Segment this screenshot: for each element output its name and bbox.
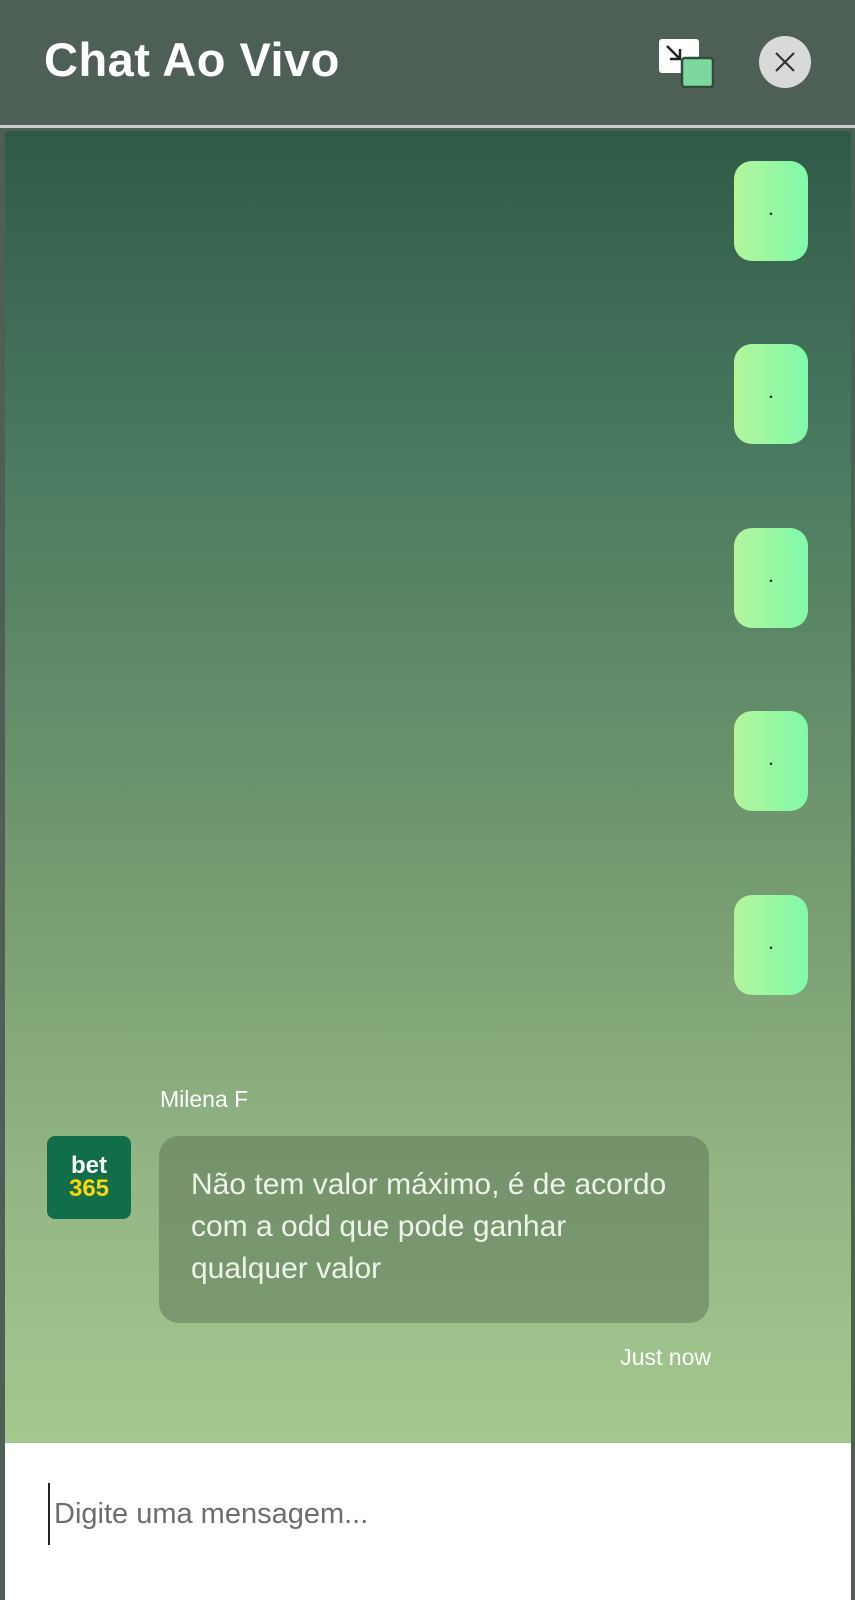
chat-messages-area[interactable]: . . . . . Milena F bet 365 Não tem valor… [5, 131, 851, 1443]
close-button[interactable] [759, 36, 811, 88]
chat-header: Chat Ao Vivo [0, 0, 855, 128]
agent-avatar: bet 365 [47, 1136, 131, 1219]
live-chat-window: Chat Ao Vivo . . . . . Milena F bet 365 [0, 0, 855, 1600]
quick-reply-button[interactable]: . [734, 161, 808, 261]
popout-button[interactable] [658, 38, 715, 89]
message-input[interactable] [48, 1483, 816, 1545]
quick-reply-button[interactable]: . [734, 711, 808, 811]
quick-reply-button[interactable]: . [734, 895, 808, 995]
close-icon [775, 52, 795, 72]
message-timestamp: Just now [620, 1344, 711, 1370]
message-bubble: Não tem valor máximo, é de acordo com a … [159, 1136, 709, 1323]
quick-reply-button[interactable]: . [734, 528, 808, 628]
chat-title: Chat Ao Vivo [44, 33, 340, 86]
quick-reply-button[interactable]: . [734, 344, 808, 444]
picture-in-picture-icon [659, 39, 715, 89]
message-sender-name: Milena F [160, 1086, 249, 1112]
avatar-logo-line2: 365 [68, 1174, 110, 1202]
message-input-bar [5, 1443, 851, 1600]
